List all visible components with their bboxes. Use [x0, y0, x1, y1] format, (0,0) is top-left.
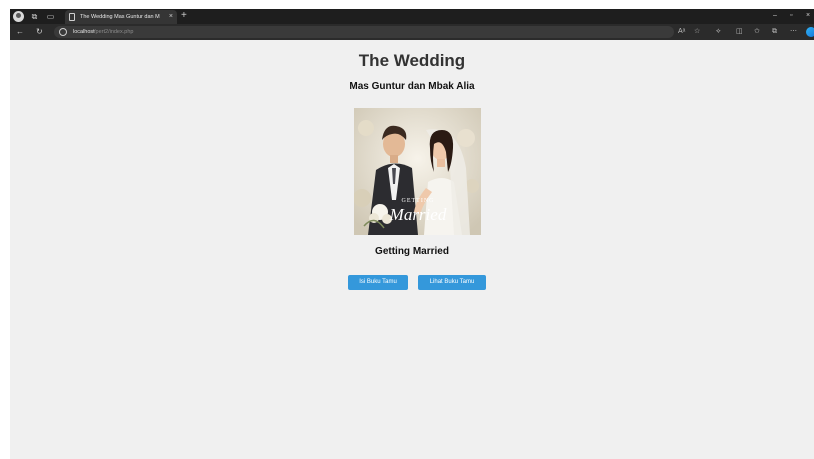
hero-text-script: Married [389, 205, 447, 224]
wedding-couple-illustration: GETTING Married [354, 108, 481, 235]
isi-buku-tamu-button[interactable]: Isi Buku Tamu [348, 275, 408, 290]
favorite-star-icon[interactable]: ☆ [694, 26, 700, 38]
collections-icon[interactable]: ⧉ [772, 26, 777, 38]
refresh-icon[interactable]: ↻ [36, 26, 43, 38]
favorites-icon[interactable]: ✩ [754, 26, 760, 38]
tab-close-icon[interactable]: × [169, 12, 173, 22]
page-icon [69, 13, 75, 21]
split-screen-icon[interactable]: ◫ [736, 26, 743, 38]
copilot-icon[interactable] [806, 27, 814, 37]
tab-title: The Wedding Mas Guntur dan M [80, 14, 160, 20]
lihat-buku-tamu-button[interactable]: Lihat Buku Tamu [418, 275, 486, 290]
minimize-button[interactable]: – [773, 10, 777, 22]
wedding-couple-image: GETTING Married [354, 108, 481, 235]
url-host: localhost [73, 29, 95, 35]
page-title: The Wedding [358, 51, 466, 70]
browser-window: ⧉ ▭ The Wedding Mas Guntur dan M × + – ▫… [10, 9, 814, 459]
hero-caption: Getting Married [375, 246, 449, 257]
page-subtitle: Mas Guntur dan Mbak Alia [349, 81, 475, 92]
tab-actions-icon[interactable]: ▭ [46, 12, 55, 21]
site-info-icon[interactable] [59, 28, 67, 36]
close-window-button[interactable]: × [806, 10, 810, 22]
read-aloud-icon[interactable]: Aᵃ [678, 26, 685, 38]
tab-strip: ⧉ ▭ The Wedding Mas Guntur dan M × + – ▫… [10, 9, 814, 24]
browser-toolbar: ← ↻ localhost /pert2/index.php Aᵃ ☆ ⟡ ◫ … [10, 24, 814, 40]
profile-icon[interactable] [13, 11, 24, 22]
active-tab[interactable]: The Wedding Mas Guntur dan M × [65, 10, 177, 24]
extensions-icon[interactable]: ⟡ [716, 26, 721, 38]
url-path: /pert2/index.php [94, 29, 134, 35]
hero-text-small: GETTING [402, 198, 435, 204]
new-tab-button[interactable]: + [181, 10, 187, 22]
workspaces-icon[interactable]: ⧉ [30, 12, 39, 21]
more-menu-icon[interactable]: ⋯ [790, 26, 797, 38]
address-bar[interactable]: localhost /pert2/index.php [54, 26, 674, 38]
page-content: The Wedding Mas Guntur dan Mbak Alia GET… [10, 40, 814, 459]
back-arrow-icon[interactable]: ← [16, 26, 24, 38]
restore-button[interactable]: ▫ [790, 10, 792, 22]
